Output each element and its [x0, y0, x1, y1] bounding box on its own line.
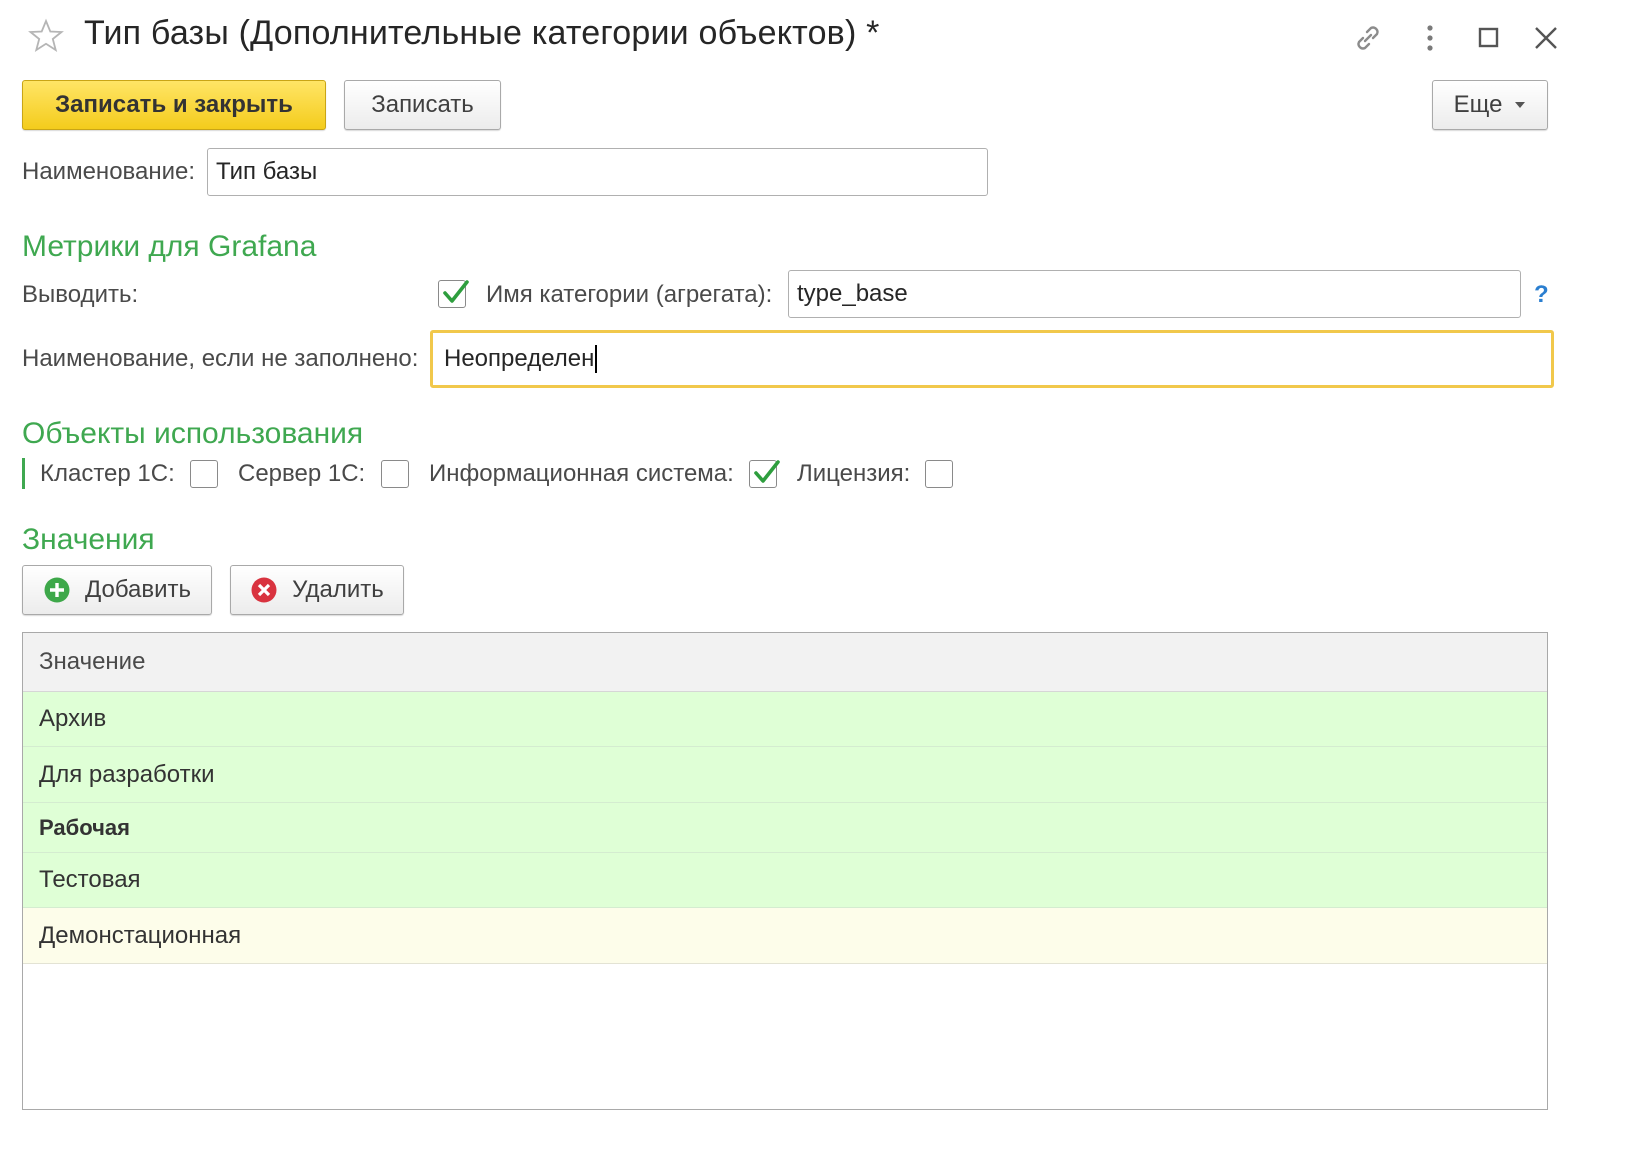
window-title: Тип базы (Дополнительные категории объек…: [84, 14, 880, 52]
license-label: Лицензия:: [797, 460, 911, 487]
delete-button[interactable]: Удалить: [230, 565, 404, 615]
more-menu-button[interactable]: Еще: [1432, 80, 1548, 130]
name-field[interactable]: Тип базы: [207, 148, 988, 196]
title-bar: Тип базы (Дополнительные категории объек…: [0, 0, 1644, 80]
checkmark-icon: [754, 460, 780, 483]
default-name-field[interactable]: Неопределен: [430, 330, 1554, 388]
values-section-title: Значения: [22, 523, 155, 556]
more-menu-label: Еще: [1453, 91, 1503, 118]
cluster-label: Кластер 1С:: [40, 460, 175, 487]
grafana-section-title: Метрики для Grafana: [22, 230, 317, 263]
delete-icon: [250, 576, 278, 604]
default-name-value: Неопределен: [444, 345, 595, 372]
add-button[interactable]: Добавить: [22, 565, 212, 615]
add-icon: [43, 576, 71, 604]
text-caret: [595, 345, 598, 373]
link-icon[interactable]: [1350, 20, 1386, 56]
license-checkbox[interactable]: [925, 460, 953, 488]
save-and-close-button[interactable]: Записать и закрыть: [22, 80, 326, 130]
group-indicator: [22, 458, 25, 489]
output-checkbox[interactable]: [438, 280, 469, 308]
table-row[interactable]: Демонстационная: [23, 908, 1547, 964]
output-label: Выводить:: [22, 281, 139, 308]
favorite-star-icon[interactable]: [28, 18, 64, 54]
more-vertical-icon[interactable]: [1412, 20, 1448, 56]
default-name-label: Наименование, если не заполнено:: [22, 345, 419, 372]
infobase-label: Информационная система:: [429, 460, 734, 487]
values-table[interactable]: Значение Архив Для разработки Рабочая Те…: [22, 632, 1548, 1110]
checkmark-icon: [443, 280, 469, 303]
cluster-checkbox[interactable]: [190, 460, 218, 488]
server-checkbox[interactable]: [381, 460, 409, 488]
server-label: Сервер 1С:: [238, 460, 366, 487]
table-row[interactable]: Для разработки: [23, 747, 1547, 803]
delete-label: Удалить: [292, 576, 384, 603]
add-label: Добавить: [84, 576, 192, 603]
usage-section-title: Объекты использования: [22, 417, 364, 450]
infobase-checkbox[interactable]: [749, 460, 780, 488]
category-name-label: Имя категории (агрегата):: [486, 281, 773, 308]
help-link[interactable]: ?: [1534, 281, 1549, 309]
maximize-icon[interactable]: [1471, 20, 1507, 56]
table-row[interactable]: Рабочая: [23, 803, 1547, 853]
dropdown-arrow-icon: [1514, 101, 1526, 109]
name-label: Наименование:: [22, 158, 196, 185]
category-name-field[interactable]: type_base: [788, 270, 1521, 318]
table-row[interactable]: Тестовая: [23, 853, 1547, 908]
close-icon[interactable]: [1528, 20, 1564, 56]
column-header-value[interactable]: Значение: [23, 633, 1547, 692]
save-button[interactable]: Записать: [344, 80, 501, 130]
table-row[interactable]: Архив: [23, 692, 1547, 747]
